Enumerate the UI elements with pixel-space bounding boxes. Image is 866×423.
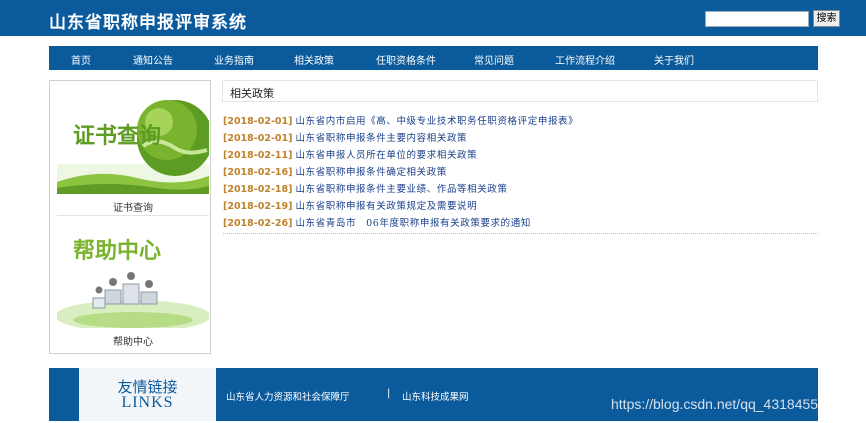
nav-item-home[interactable]: 首页 xyxy=(71,52,91,67)
svg-text:帮助中心: 帮助中心 xyxy=(73,238,161,264)
footer-link-hrss[interactable]: 山东省人力资源和社会保障厅 xyxy=(226,389,350,403)
news-date: [2018-02-11] xyxy=(223,150,293,161)
main-nav: 首页 通知公告 业务指南 相关政策 任职资格条件 常见问题 工作流程介绍 关于我… xyxy=(49,46,818,70)
links-title-en: LINKS xyxy=(121,394,174,411)
nav-item-qualifications[interactable]: 任职资格条件 xyxy=(376,52,436,67)
nav-item-guide[interactable]: 业务指南 xyxy=(214,52,254,67)
news-title-link[interactable]: 山东省职称申报有关政策规定及需要说明 xyxy=(295,201,477,212)
nav-item-workflow[interactable]: 工作流程介绍 xyxy=(555,52,615,67)
nav-item-policy[interactable]: 相关政策 xyxy=(294,52,334,67)
list-item[interactable]: [2018-02-18] 山东省职称申报条件主要业绩、作品等相关政策 xyxy=(223,181,818,198)
news-date: [2018-02-19] xyxy=(223,201,293,212)
cert-query-banner[interactable]: 证书查询 xyxy=(57,86,209,194)
svg-text:证书查询: 证书查询 xyxy=(73,123,161,149)
news-title-link[interactable]: 山东省职称申报条件主要业绩、作品等相关政策 xyxy=(295,184,507,195)
news-date: [2018-02-01] xyxy=(223,133,293,144)
top-header: 山东省职称申报评审系统 搜索 xyxy=(0,0,866,36)
content-header: 相关政策 xyxy=(222,80,818,102)
news-title-link[interactable]: 山东省内市启用《高、中级专业技术职务任职资格评定申报表》 xyxy=(295,116,578,127)
news-title-link[interactable]: 山东省职称申报条件确定相关政策 xyxy=(295,167,447,178)
help-figures-icon: 帮助中心 xyxy=(57,220,209,328)
news-title-link[interactable]: 山东省申报人员所在单位的要求相关政策 xyxy=(295,150,477,161)
links-heading-box: 友情链接 LINKS xyxy=(79,368,216,421)
search-input[interactable] xyxy=(705,11,809,27)
list-item[interactable]: [2018-02-16] 山东省职称申报条件确定相关政策 xyxy=(223,164,818,181)
list-item[interactable]: [2018-02-26] 山东省青岛市 06年度职称申报有关政策要求的通知 xyxy=(223,215,818,232)
nav-item-faq[interactable]: 常见问题 xyxy=(474,52,514,67)
watermark-text: https://blog.csdn.net/qq_43184550 xyxy=(611,396,826,412)
nav-item-about[interactable]: 关于我们 xyxy=(654,52,694,67)
list-item[interactable]: [2018-02-11] 山东省申报人员所在单位的要求相关政策 xyxy=(223,147,818,164)
news-list: [2018-02-01] 山东省内市启用《高、中级专业技术职务任职资格评定申报表》… xyxy=(223,113,818,232)
news-date: [2018-02-16] xyxy=(223,167,293,178)
list-item[interactable]: [2018-02-19] 山东省职称申报有关政策规定及需要说明 xyxy=(223,198,818,215)
sidebar: 证书查询 证书查询 帮助中心 帮助中心 xyxy=(49,80,211,354)
footer-link-separator: | xyxy=(387,388,391,399)
search-button[interactable]: 搜索 xyxy=(813,10,840,27)
help-center-banner[interactable]: 帮助中心 xyxy=(57,220,209,328)
news-date: [2018-02-01] xyxy=(223,116,293,127)
sidebar-divider xyxy=(57,215,209,216)
help-center-label[interactable]: 帮助中心 xyxy=(57,333,209,348)
list-item[interactable]: [2018-02-01] 山东省职称申报条件主要内容相关政策 xyxy=(223,130,818,147)
footer-link-sci-tech[interactable]: 山东科技成果网 xyxy=(402,389,469,403)
news-date: [2018-02-26] xyxy=(223,218,293,229)
news-title-link[interactable]: 山东省职称申报条件主要内容相关政策 xyxy=(295,133,467,144)
cert-query-label[interactable]: 证书查询 xyxy=(57,199,209,214)
nav-item-notices[interactable]: 通知公告 xyxy=(133,52,173,67)
list-item[interactable]: [2018-02-01] 山东省内市启用《高、中级专业技术职务任职资格评定申报表》 xyxy=(223,113,818,130)
footer: 友情链接 LINKS 山东省人力资源和社会保障厅 | 山东科技成果网 xyxy=(49,368,818,421)
news-date: [2018-02-18] xyxy=(223,184,293,195)
news-title-link[interactable]: 山东省青岛市 06年度职称申报有关政策要求的通知 xyxy=(295,218,531,229)
globe-icon: 证书查询 xyxy=(57,86,209,194)
site-title: 山东省职称申报评审系统 xyxy=(49,13,247,33)
news-divider xyxy=(223,233,818,234)
section-title: 相关政策 xyxy=(230,87,274,100)
